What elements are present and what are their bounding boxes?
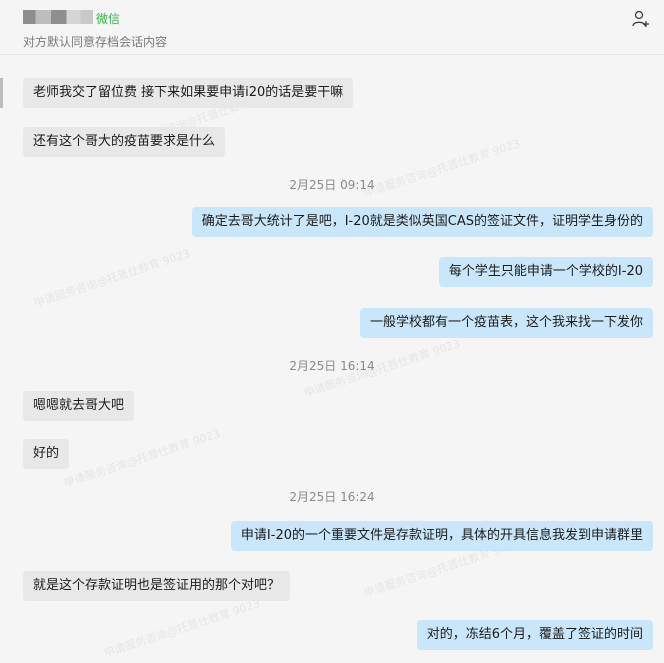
message-bubble-incoming[interactable]: 好的 [23,439,70,469]
message-bubble-outgoing[interactable]: 一般学校都有一个疫苗表，这个我来找一下发你 [359,308,653,338]
message-bubble-incoming[interactable]: 就是这个存款证明也是签证用的那个对吧？ [23,571,291,601]
message-bubble-incoming[interactable]: 嗯嗯就去哥大吧 [23,391,135,421]
message-bubble-outgoing[interactable]: 申请I-20的一个重要文件是存款证明，具体的开具信息我发到申请群里 [230,521,653,551]
message-bubble-outgoing[interactable]: 每个学生只能申请一个学校的I-20 [438,257,653,287]
timestamp: 2月25日 16:14 [289,359,375,373]
watermark: 申请服务咨询@托普仕教育 9023 [102,597,262,660]
message-bubble-incoming[interactable]: 老师我交了留位费 接下来如果要申请i20的话是要干嘛 [23,78,354,108]
message-bubble-outgoing[interactable]: 确定去哥大统计了是吧，I-20就是类似英国CAS的签证文件，证明学生身份的 [191,207,653,237]
scroll-indicator [0,78,3,108]
wechat-tag: 微信 [96,12,121,26]
timestamp: 2月25日 09:14 [289,178,375,192]
chat-header: 微信 对方默认同意存档会话内容 [0,0,664,55]
timestamp: 2月25日 16:24 [289,490,375,504]
message-bubble-incoming[interactable]: 还有这个哥大的疫苗要求是什么 [23,127,226,157]
add-user-icon[interactable] [632,10,650,28]
archive-consent-notice: 对方默认同意存档会话内容 [23,35,168,49]
blurred-contact-name [23,10,93,24]
watermark: 申请服务咨询@托普仕教育 9023 [32,247,192,310]
message-bubble-outgoing[interactable]: 对的，冻结6个月，覆盖了签证的时间 [416,620,653,650]
watermark: 申请服务咨询@托普仕教育 9023 [62,427,222,490]
